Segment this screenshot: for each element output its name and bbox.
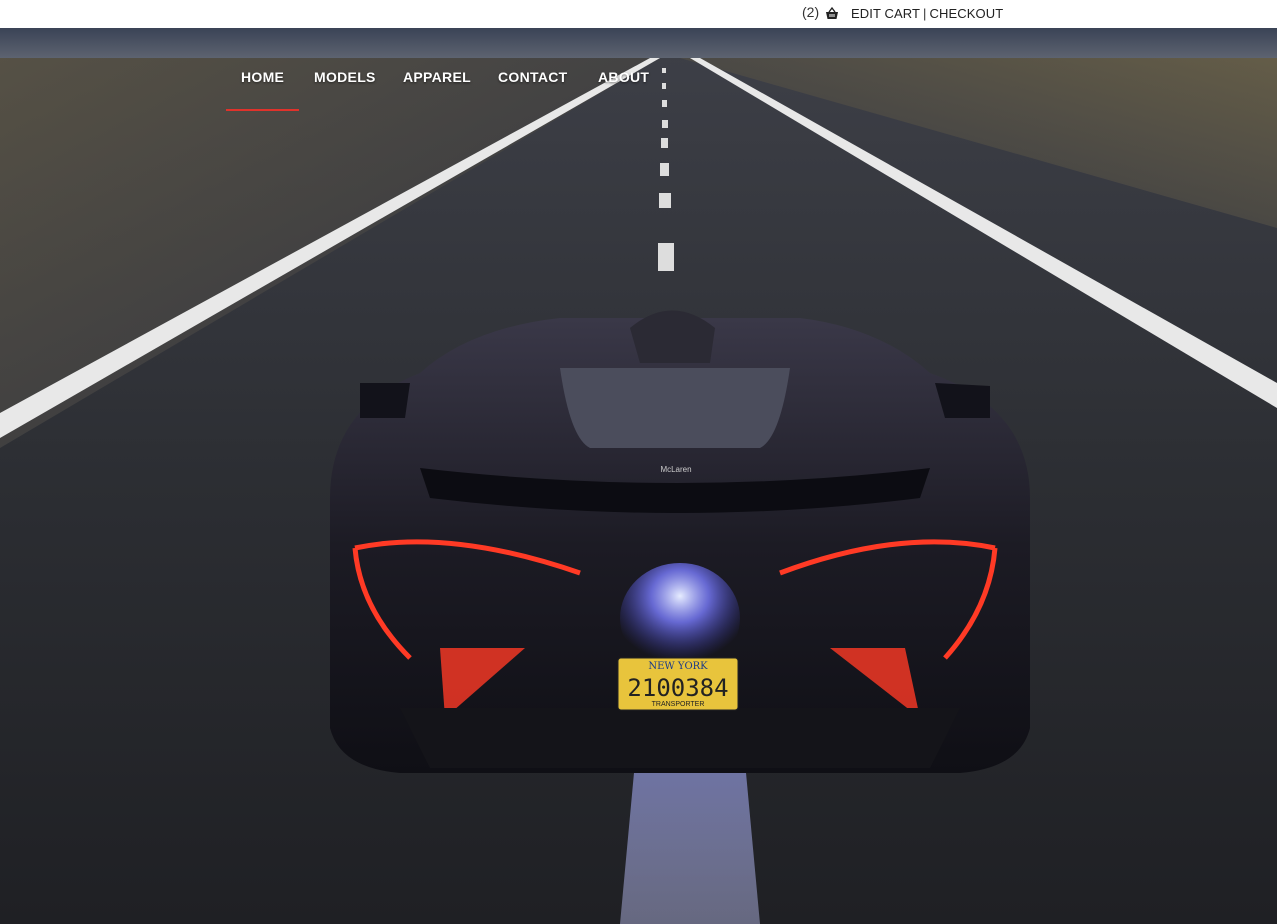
plate-state: NEW YORK [648,661,708,672]
edit-cart-link[interactable]: EDIT CART [851,6,920,21]
nav-item-about[interactable]: ABOUT [598,69,649,85]
hero-image: NEW YORK 2100384 TRANSPORTER McLaren [0,28,1277,924]
nav-item-models[interactable]: MODELS [314,69,376,85]
top-utility-bar: (2) EDIT CART | CHECKOUT [0,0,1277,28]
cart-count[interactable]: (2) [802,4,819,20]
nav-item-apparel[interactable]: APPAREL [403,69,471,85]
link-separator: | [923,6,927,21]
cart-links: EDIT CART | CHECKOUT [851,6,1003,21]
main-nav: HOME MODELS APPAREL CONTACT ABOUT [0,28,1277,118]
nav-item-contact[interactable]: CONTACT [498,69,568,85]
checkout-link[interactable]: CHECKOUT [930,6,1004,21]
plate-number: 2100384 [627,674,728,702]
plate-sub: TRANSPORTER [652,701,705,708]
basket-icon[interactable] [824,6,840,22]
active-nav-indicator [226,109,299,111]
car-badge: McLaren [660,465,691,474]
nav-item-home[interactable]: HOME [241,69,284,85]
